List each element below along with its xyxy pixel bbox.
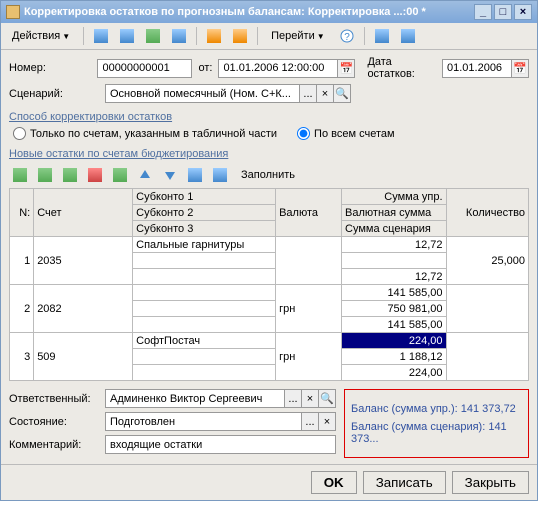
balance-date-label: Дата остатков: — [367, 56, 436, 80]
balances-table: N: Счет Субконто 1 Валюта Сумма упр. Кол… — [9, 188, 529, 381]
scenario-input[interactable] — [105, 84, 300, 103]
col-sub1[interactable]: Субконто 1 — [133, 189, 276, 205]
actions-menu[interactable]: Действия▼ — [5, 26, 77, 46]
titlebar: Корректировка остатков по прогнозным бал… — [1, 1, 537, 23]
scenario-select-button[interactable]: ... — [300, 84, 317, 103]
scenario-search-icon[interactable]: 🔍 — [334, 84, 351, 103]
balance-summary-box: Баланс (сумма упр.): 141 373,72 Баланс (… — [344, 389, 529, 458]
grid-edit-icon[interactable] — [34, 166, 56, 184]
responsible-input[interactable] — [105, 389, 285, 408]
balance-scenario: Баланс (сумма сценария): 141 373... — [351, 421, 522, 445]
toolbar-btn-2[interactable] — [116, 26, 138, 46]
col-amt-mgmt[interactable]: Сумма упр. — [342, 189, 446, 205]
number-input[interactable] — [97, 59, 192, 78]
balance-mgmt: Баланс (сумма упр.): 141 373,72 — [351, 403, 522, 415]
date-input[interactable] — [218, 59, 338, 78]
grid-add-icon[interactable] — [9, 166, 31, 184]
responsible-search-icon[interactable]: 🔍 — [319, 389, 336, 408]
col-qty[interactable]: Количество — [446, 189, 529, 237]
grid-delete-icon[interactable] — [84, 166, 106, 184]
grid-toolbar: Заполнить — [9, 164, 529, 188]
window-title: Корректировка остатков по прогнозным бал… — [24, 6, 472, 18]
col-n[interactable]: N: — [10, 189, 34, 237]
grid-btn-5[interactable] — [109, 166, 131, 184]
toolbar-btn-6[interactable] — [229, 26, 251, 46]
main-toolbar: Действия▼ Перейти▼ ? — [1, 23, 537, 50]
table-row[interactable]: 1 2035 Спальные гарнитуры 12,72 25,000 — [10, 237, 529, 253]
help-button[interactable]: ? — [336, 26, 358, 46]
col-amt-scen[interactable]: Сумма сценария — [342, 221, 446, 237]
comment-input[interactable] — [105, 435, 336, 454]
toolbar-btn-8[interactable] — [397, 26, 419, 46]
date-picker-icon[interactable]: 📅 — [338, 59, 355, 78]
responsible-clear-button[interactable]: × — [302, 389, 319, 408]
col-sub2[interactable]: Субконто 2 — [133, 205, 276, 221]
new-balances-title: Новые остатки по счетам бюджетирования — [9, 148, 529, 160]
col-sub3[interactable]: Субконто 3 — [133, 221, 276, 237]
grid-sort-asc-icon[interactable] — [184, 166, 206, 184]
number-label: Номер: — [9, 62, 91, 74]
table-row[interactable]: 2 2082 грн 141 585,00 — [10, 285, 529, 301]
selected-cell[interactable]: 224,00 — [342, 333, 446, 349]
radio-specified-label: Только по счетам, указанным в табличной … — [30, 128, 277, 140]
comment-label: Комментарий: — [9, 439, 99, 451]
toolbar-btn-7[interactable] — [371, 26, 393, 46]
state-input[interactable] — [105, 412, 302, 431]
minimize-button[interactable]: _ — [474, 4, 492, 20]
save-button[interactable]: Записать — [363, 471, 446, 494]
radio-specified-accounts[interactable]: Только по счетам, указанным в табличной … — [13, 127, 277, 140]
footer: OK Записать Закрыть — [1, 464, 537, 500]
responsible-label: Ответственный: — [9, 393, 99, 405]
app-icon — [6, 5, 20, 19]
radio-all-label: По всем счетам — [314, 128, 395, 140]
state-label: Состояние: — [9, 416, 99, 428]
col-account[interactable]: Счет — [34, 189, 133, 237]
state-select-button[interactable]: ... — [302, 412, 319, 431]
grid-move-down-icon[interactable] — [159, 166, 181, 184]
col-amt-curr[interactable]: Валютная сумма — [342, 205, 446, 221]
scenario-clear-button[interactable]: × — [317, 84, 334, 103]
col-currency[interactable]: Валюта — [276, 189, 342, 237]
go-menu[interactable]: Перейти▼ — [264, 26, 332, 46]
close-form-button[interactable]: Закрыть — [452, 471, 529, 494]
toolbar-btn-4[interactable] — [168, 26, 190, 46]
grid-copy-icon[interactable] — [59, 166, 81, 184]
from-label: от: — [198, 62, 212, 74]
grid-sort-desc-icon[interactable] — [209, 166, 231, 184]
fill-button[interactable]: Заполнить — [234, 166, 302, 184]
balance-date-picker-icon[interactable]: 📅 — [512, 59, 529, 78]
maximize-button[interactable]: □ — [494, 4, 512, 20]
close-button[interactable]: × — [514, 4, 532, 20]
correction-method-title: Способ корректировки остатков — [9, 111, 529, 123]
balance-date-input[interactable] — [442, 59, 512, 78]
responsible-select-button[interactable]: ... — [285, 389, 302, 408]
radio-all-accounts[interactable]: По всем счетам — [297, 127, 395, 140]
grid-move-up-icon[interactable] — [134, 166, 156, 184]
state-clear-button[interactable]: × — [319, 412, 336, 431]
scenario-label: Сценарий: — [9, 88, 99, 100]
toolbar-btn-1[interactable] — [90, 26, 112, 46]
table-row[interactable]: 3 509 СофтПостач грн 224,00 — [10, 333, 529, 349]
toolbar-btn-3[interactable] — [142, 26, 164, 46]
toolbar-btn-5[interactable] — [203, 26, 225, 46]
ok-button[interactable]: OK — [311, 471, 357, 494]
svg-text:?: ? — [344, 32, 350, 43]
